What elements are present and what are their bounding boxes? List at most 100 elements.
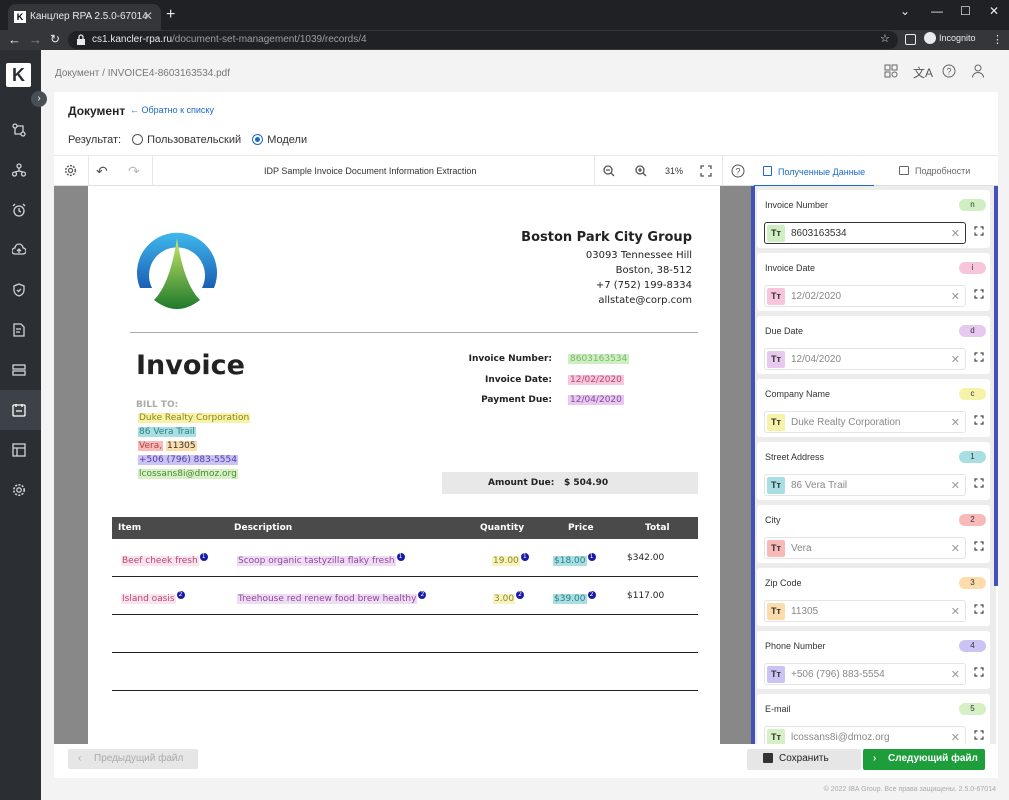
calculator-icon[interactable] — [0, 430, 41, 470]
kancler-logo[interactable]: K — [6, 63, 31, 87]
row-description[interactable]: Scoop organic tastyzilla flaky fresh — [237, 556, 396, 566]
maximize-icon[interactable]: ☐ — [960, 4, 971, 18]
clear-icon[interactable]: ✕ — [951, 227, 960, 240]
field-input[interactable]: Tт 12/02/2020 ✕ — [764, 285, 966, 307]
clear-icon[interactable]: ✕ — [951, 353, 960, 366]
layout-icon[interactable] — [884, 64, 898, 78]
row-quantity[interactable]: 3.00 — [493, 594, 516, 604]
radio-custom[interactable] — [132, 134, 144, 145]
zoom-in-icon[interactable] — [635, 165, 647, 177]
row-item[interactable]: Beef cheek fresh — [121, 556, 199, 566]
row-price[interactable]: $39.00 — [553, 594, 587, 604]
viewer-help-icon[interactable]: ? — [731, 164, 745, 178]
reload-icon[interactable]: ↻ — [50, 32, 60, 46]
radio-models[interactable] — [252, 134, 264, 145]
menu-dots-icon[interactable]: ⋮ — [992, 33, 1003, 46]
tab-extracted-data[interactable]: Полученные Данные — [763, 166, 865, 177]
previous-file-button[interactable]: ‹ Предыдущий файл — [68, 749, 198, 769]
tab-search-icon[interactable]: ⌄ — [900, 4, 910, 18]
breadcrumb-root[interactable]: Документ — [55, 68, 99, 79]
expand-icon[interactable] — [974, 604, 984, 614]
alarm-clock-icon[interactable] — [0, 190, 41, 230]
field-input[interactable]: Tт Vera ✕ — [764, 537, 966, 559]
minimize-icon[interactable]: — — [931, 4, 943, 18]
expand-icon[interactable] — [974, 730, 984, 740]
field-input[interactable]: Tт +506 (796) 883-5554 ✕ — [764, 663, 966, 685]
storage-icon[interactable] — [0, 350, 41, 390]
clear-icon[interactable]: ✕ — [951, 668, 960, 681]
row-price[interactable]: $18.00 — [553, 556, 587, 566]
field-input[interactable]: Tт 86 Vera Trail ✕ — [764, 474, 966, 496]
tab-close-icon[interactable]: ✕ — [143, 9, 153, 23]
undo-icon[interactable]: ↶ — [96, 163, 108, 180]
expand-icon[interactable] — [974, 541, 984, 551]
clear-icon[interactable]: ✕ — [951, 416, 960, 429]
row-item[interactable]: Island oasis — [121, 594, 176, 604]
row-description[interactable]: Treehouse red renew food brew healthy — [237, 594, 418, 604]
clear-icon[interactable]: ✕ — [951, 731, 960, 744]
expand-icon[interactable] — [974, 226, 984, 236]
save-label: Сохранить — [779, 753, 829, 764]
bill-to-email[interactable]: lcossans8i@dmoz.org — [138, 469, 238, 479]
help-icon[interactable]: ? — [942, 64, 956, 78]
shield-icon[interactable] — [0, 270, 41, 310]
window-close-icon[interactable]: ✕ — [989, 4, 999, 18]
translate-icon[interactable]: 文A — [913, 64, 933, 81]
payment-due-value[interactable]: 12/04/2020 — [568, 395, 624, 405]
idp-icon[interactable] — [0, 390, 41, 430]
browser-tab[interactable]: K Канцлер RPA 2.5.0-67014 ✕ — [8, 4, 161, 30]
processes-icon[interactable] — [0, 110, 41, 150]
star-icon[interactable]: ☆ — [880, 32, 890, 45]
field-input[interactable]: Tт 11305 ✕ — [764, 600, 966, 622]
bill-to-street[interactable]: 86 Vera Trail — [138, 427, 196, 437]
field-input[interactable]: Tт lcossans8i@dmoz.org ✕ — [764, 726, 966, 744]
sidebar-expand-icon[interactable]: › — [31, 91, 47, 107]
zoom-out-icon[interactable] — [603, 165, 615, 177]
sidepanel-icon[interactable] — [905, 34, 916, 45]
col-item: Item — [118, 523, 142, 533]
incognito-badge[interactable]: Incognito — [924, 32, 976, 44]
field-input[interactable]: Tт Duke Realty Corporation ✕ — [764, 411, 966, 433]
bill-to-phone[interactable]: +506 (796) 883-5554 — [138, 455, 238, 465]
structure-icon[interactable] — [0, 150, 41, 190]
redo-icon[interactable]: ↷ — [128, 163, 140, 180]
clear-icon[interactable]: ✕ — [951, 479, 960, 492]
next-file-button[interactable]: › Следующий файл — [863, 749, 985, 770]
save-button[interactable]: Сохранить — [747, 749, 861, 770]
gear-icon[interactable] — [64, 164, 77, 177]
expand-icon[interactable] — [974, 667, 984, 677]
row-quantity[interactable]: 19.00 — [492, 556, 520, 566]
document-type-label: IDP Sample Invoice Document Information … — [264, 166, 477, 176]
document-viewer[interactable]: Boston Park City Group 03093 Tennessee H… — [54, 186, 751, 744]
tab-details[interactable]: Подробности — [899, 166, 970, 176]
clear-icon[interactable]: ✕ — [951, 290, 960, 303]
field-input[interactable]: Tт 12/04/2020 ✕ — [764, 348, 966, 370]
expand-icon[interactable] — [974, 289, 984, 299]
forward-arrow-icon[interactable]: → — [29, 32, 42, 47]
document-edit-icon[interactable] — [0, 310, 41, 350]
clear-icon[interactable]: ✕ — [951, 542, 960, 555]
bill-to-company[interactable]: Duke Realty Corporation — [138, 413, 251, 423]
fit-screen-icon[interactable] — [700, 165, 712, 177]
address-bar[interactable]: cs1.kancler-rpa.ru/document-set-manageme… — [68, 31, 898, 49]
back-to-list-link[interactable]: ← Обратно к списку — [130, 105, 214, 115]
amount-due-value: $ 504.90 — [564, 478, 609, 488]
radio-custom-label[interactable]: Пользовательский — [147, 134, 241, 146]
back-to-list-label: Обратно к списку — [141, 105, 214, 115]
field-input[interactable]: Tт 8603163534 ✕ — [764, 222, 966, 244]
expand-icon[interactable] — [974, 478, 984, 488]
new-tab-icon[interactable]: + — [166, 6, 175, 24]
clear-icon[interactable]: ✕ — [951, 605, 960, 618]
expand-icon[interactable] — [974, 352, 984, 362]
bill-to-city[interactable]: Vera, — [138, 441, 164, 451]
user-icon[interactable] — [971, 64, 985, 78]
settings-icon[interactable] — [0, 470, 41, 510]
invoice-date-value[interactable]: 12/02/2020 — [568, 375, 624, 385]
bill-to-zip[interactable]: 11305 — [166, 441, 197, 451]
cloud-upload-icon[interactable] — [0, 230, 41, 270]
panel-scrollbar[interactable] — [994, 186, 998, 586]
radio-models-label[interactable]: Модели — [267, 134, 307, 146]
back-arrow-icon[interactable]: ← — [8, 32, 21, 47]
invoice-number-value[interactable]: 8603163534 — [568, 354, 630, 364]
expand-icon[interactable] — [974, 415, 984, 425]
